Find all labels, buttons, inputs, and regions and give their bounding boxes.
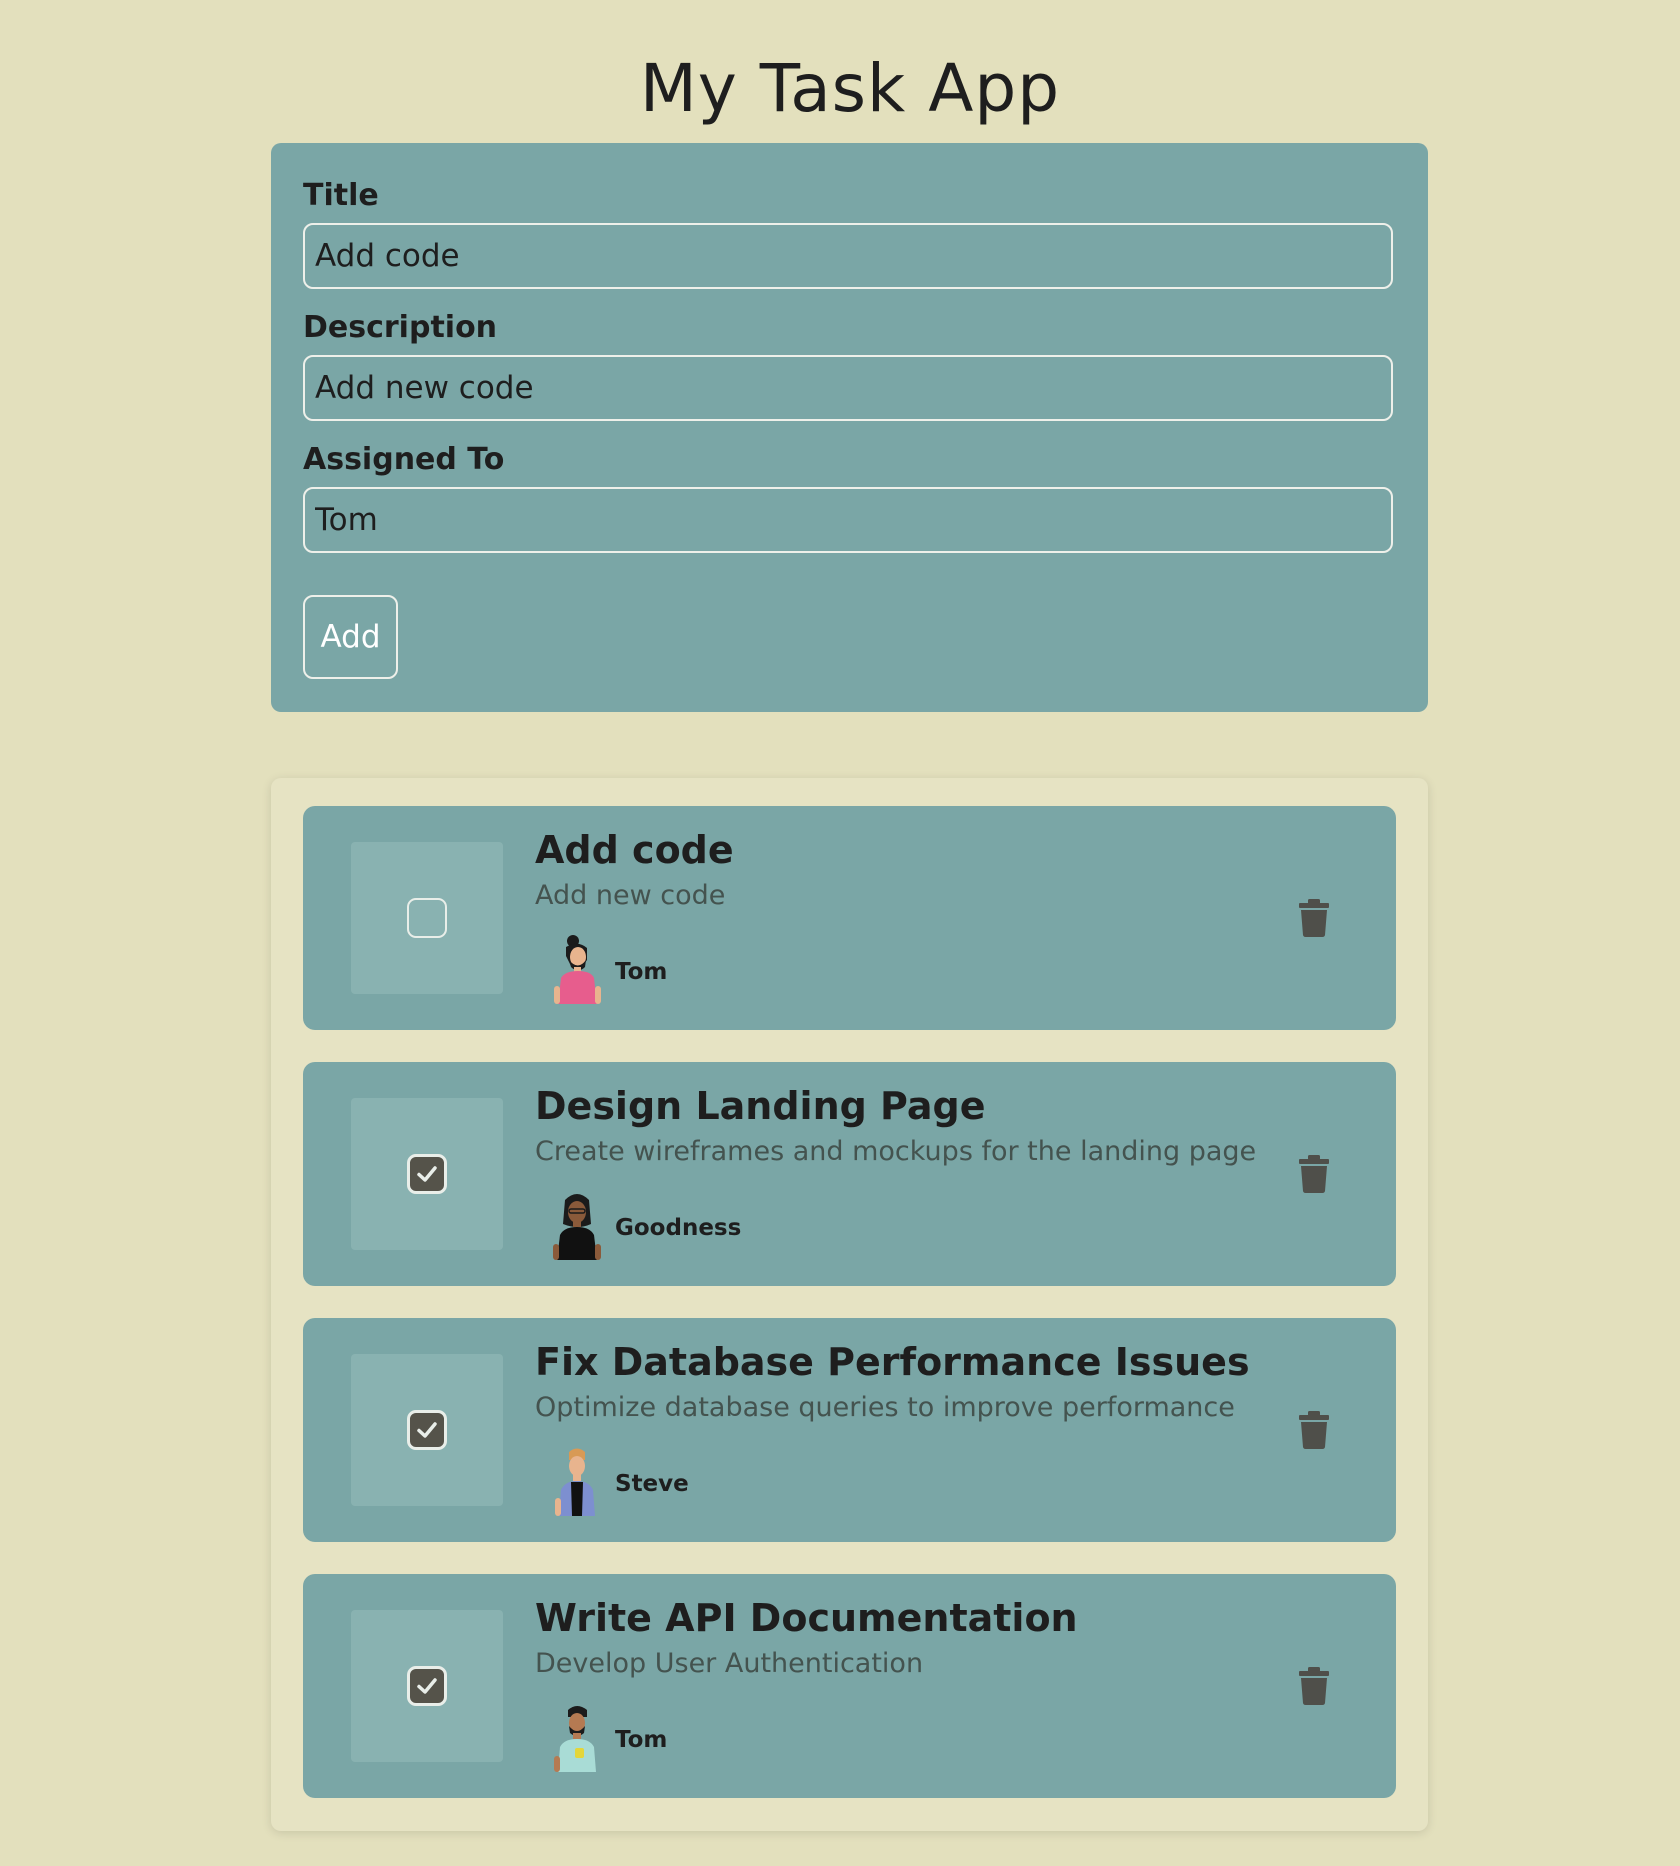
description-label: Description bbox=[303, 310, 498, 345]
assigned-to-input[interactable] bbox=[303, 487, 1393, 553]
description-input[interactable] bbox=[303, 355, 1393, 421]
check-icon bbox=[417, 1166, 437, 1182]
task-description: Optimize database queries to improve per… bbox=[535, 1392, 1235, 1423]
task-description: Develop User Authentication bbox=[535, 1648, 924, 1679]
task-description: Create wireframes and mockups for the la… bbox=[535, 1136, 1257, 1167]
assignee-name: Tom bbox=[615, 959, 668, 985]
checkbox-tile bbox=[351, 1098, 503, 1250]
task-checkbox[interactable] bbox=[407, 1666, 447, 1706]
checkbox-tile bbox=[351, 842, 503, 994]
add-button[interactable]: Add bbox=[303, 595, 398, 679]
task-title: Add code bbox=[535, 828, 734, 872]
title-input[interactable] bbox=[303, 223, 1393, 289]
trash-icon[interactable] bbox=[1298, 1667, 1330, 1705]
assignee-name: Goodness bbox=[615, 1215, 742, 1241]
check-icon bbox=[417, 1678, 437, 1694]
trash-icon[interactable] bbox=[1298, 899, 1330, 937]
avatar-person-cardigan-icon bbox=[555, 1448, 595, 1516]
task-description: Add new code bbox=[535, 880, 726, 911]
assignee-name: Tom bbox=[615, 1727, 668, 1753]
avatar-woman-black-shirt-icon bbox=[553, 1194, 601, 1260]
assignee-name: Steve bbox=[615, 1471, 689, 1497]
trash-icon[interactable] bbox=[1298, 1155, 1330, 1193]
checkbox-tile bbox=[351, 1610, 503, 1762]
avatar-man-coffee-icon bbox=[554, 1706, 596, 1772]
task-title: Design Landing Page bbox=[535, 1084, 986, 1128]
task-card: Write API Documentation Develop User Aut… bbox=[303, 1574, 1396, 1798]
avatar-man-pink-shirt-icon bbox=[554, 935, 601, 1004]
assigned-to-label: Assigned To bbox=[303, 442, 505, 477]
task-card: Add code Add new code Tom bbox=[303, 806, 1396, 1030]
task-title: Write API Documentation bbox=[535, 1596, 1078, 1640]
add-task-form: Title Description Assigned To Add bbox=[271, 143, 1428, 712]
title-label: Title bbox=[303, 178, 379, 213]
task-title: Fix Database Performance Issues bbox=[535, 1340, 1250, 1384]
task-checkbox[interactable] bbox=[407, 1154, 447, 1194]
task-checkbox[interactable] bbox=[407, 1410, 447, 1450]
task-card: Design Landing Page Create wireframes an… bbox=[303, 1062, 1396, 1286]
page-title: My Task App bbox=[639, 50, 1061, 128]
task-card: Fix Database Performance Issues Optimize… bbox=[303, 1318, 1396, 1542]
task-list: Add code Add new code Tom Design Landing… bbox=[271, 778, 1428, 1831]
task-checkbox[interactable] bbox=[407, 898, 447, 938]
checkbox-tile bbox=[351, 1354, 503, 1506]
trash-icon[interactable] bbox=[1298, 1411, 1330, 1449]
check-icon bbox=[417, 1422, 437, 1438]
